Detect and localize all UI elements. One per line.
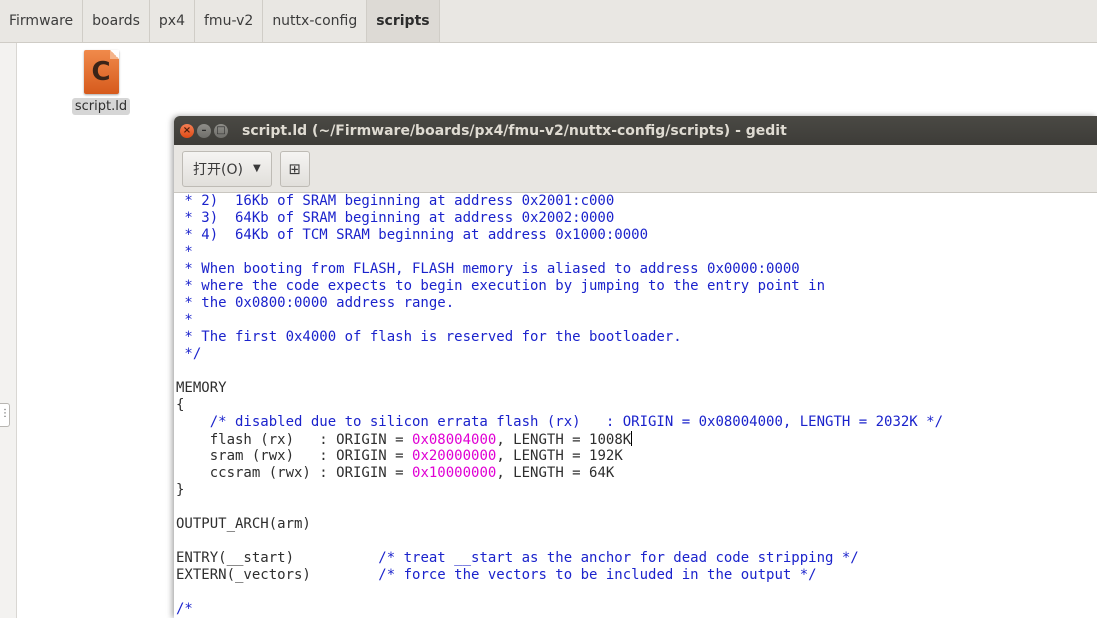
code-line: ENTRY(__start) /* treat __start as the a… — [176, 550, 1097, 567]
file-item-script-ld[interactable]: C script.ld — [66, 50, 136, 115]
code-number: 0x08004000 — [412, 432, 497, 448]
sidebar-resize-handle[interactable]: ⋮ — [0, 403, 10, 427]
file-glyph-letter: C — [91, 57, 111, 87]
crumb-nuttx-config[interactable]: nuttx-config — [263, 0, 368, 42]
gedit-window: × – □ script.ld (~/Firmware/boards/px4/f… — [174, 116, 1097, 618]
code-line: flash (rx) : ORIGIN = 0x08004000, LENGTH… — [176, 431, 1097, 448]
chevron-down-icon: ▼ — [252, 163, 261, 174]
code-line: */ — [176, 346, 202, 362]
code-line: * 3) 64Kb of SRAM beginning at address 0… — [176, 210, 615, 226]
open-button[interactable]: 打开(O) ▼ — [182, 150, 272, 187]
crumb-firmware[interactable]: Firmware — [0, 0, 84, 42]
crumb-scripts[interactable]: scripts — [367, 0, 440, 42]
crumb-fmu-v2[interactable]: fmu-v2 — [195, 0, 264, 42]
breadcrumb: Firmware boards px4 fmu-v2 nuttx-config … — [0, 0, 1097, 43]
code-line: } — [176, 482, 185, 498]
minimize-icon[interactable]: – — [197, 123, 211, 138]
code-comment: /* treat __start as the anchor for dead … — [378, 550, 859, 566]
close-icon[interactable]: × — [180, 123, 194, 138]
code-line: { — [176, 397, 185, 413]
code-line: * the 0x0800:0000 address range. — [176, 295, 455, 311]
code-line: * When booting from FLASH, FLASH memory … — [176, 261, 800, 277]
code-line: * 2) 16Kb of SRAM beginning at address 0… — [176, 193, 615, 209]
code-line: EXTERN(_vectors) /* force the vectors to… — [176, 567, 1097, 584]
maximize-icon[interactable]: □ — [214, 123, 228, 138]
code-comment: /* force the vectors to be included in t… — [378, 567, 817, 583]
toolbar: 打开(O) ▼ ⊞ — [174, 145, 1097, 193]
window-title: script.ld (~/Firmware/boards/px4/fmu-v2/… — [242, 122, 787, 139]
code-text: , LENGTH = 192K — [496, 448, 623, 464]
sidebar: ⋮ — [0, 43, 17, 618]
code-number: 0x20000000 — [412, 448, 497, 464]
code-text: ENTRY(__start) — [176, 550, 379, 566]
code-line: OUTPUT_ARCH(arm) — [176, 516, 311, 532]
code-number: 0x10000000 — [412, 465, 497, 481]
code-line: * where the code expects to begin execut… — [176, 278, 826, 294]
new-document-button[interactable]: ⊞ — [279, 150, 310, 187]
code-line: sram (rwx) : ORIGIN = 0x20000000, LENGTH… — [176, 448, 1097, 465]
text-editor[interactable]: * 2) 16Kb of SRAM beginning at address 0… — [174, 193, 1097, 618]
code-line: * 4) 64Kb of TCM SRAM beginning at addre… — [176, 227, 649, 243]
code-text: , LENGTH = 64K — [496, 465, 615, 481]
open-label: 打开(O) — [193, 161, 243, 178]
code-line: ccsram (rwx) : ORIGIN = 0x10000000, LENG… — [176, 465, 1097, 482]
code-text: flash (rx) : ORIGIN = — [176, 432, 413, 448]
code-text: , LENGTH = 1008K — [496, 432, 632, 448]
code-line: * — [176, 244, 193, 260]
code-text: ccsram (rwx) : ORIGIN = — [176, 465, 413, 481]
code-text: sram (rwx) : ORIGIN = — [176, 448, 413, 464]
new-document-icon: ⊞ — [288, 159, 301, 178]
crumb-boards[interactable]: boards — [83, 0, 150, 42]
code-line: * — [176, 312, 193, 328]
code-line: /* disabled due to silicon errata flash … — [176, 414, 944, 430]
code-text: EXTERN(_vectors) — [176, 567, 379, 583]
file-label: script.ld — [71, 98, 131, 115]
c-source-file-icon: C — [83, 50, 119, 94]
code-line: /* — [176, 601, 193, 617]
code-line: MEMORY — [176, 380, 227, 396]
code-line: * The first 0x4000 of flash is reserved … — [176, 329, 682, 345]
window-titlebar[interactable]: × – □ script.ld (~/Firmware/boards/px4/f… — [174, 116, 1097, 145]
crumb-px4[interactable]: px4 — [150, 0, 195, 42]
text-cursor — [631, 431, 633, 446]
